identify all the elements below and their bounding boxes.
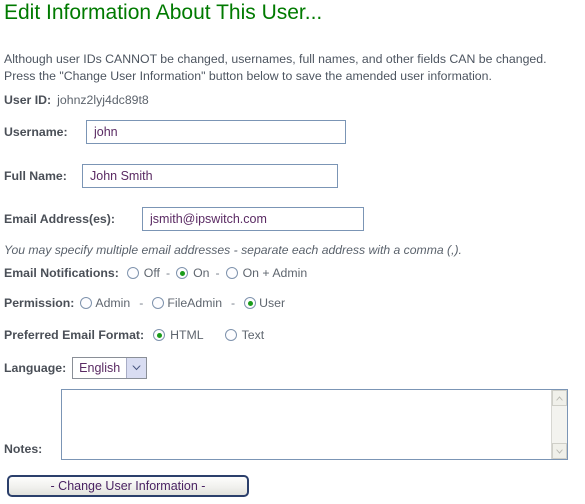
intro-line-2: Press the "Change User Information" butt… (4, 68, 492, 83)
radio-format-html[interactable]: HTML (153, 328, 204, 342)
email-input[interactable] (142, 207, 364, 231)
notes-label: Notes: (4, 442, 43, 456)
radio-icon-selected[interactable] (244, 297, 257, 309)
radio-label: Admin (95, 296, 131, 310)
email-format-row: Preferred Email Format: HTML Text (4, 328, 264, 342)
permission-row: Permission: Admin - FileAdmin - User (4, 296, 285, 310)
radio-notifications-on-admin[interactable]: On + Admin (225, 266, 308, 280)
radio-icon[interactable] (80, 297, 93, 309)
user-id-value: johnz2lyj4dc89t8 (57, 93, 149, 107)
username-label: Username: (4, 125, 68, 139)
email-row: Email Address(es): (4, 207, 364, 231)
page-title: Edit Information About This User... (4, 1, 323, 24)
change-user-information-button[interactable]: - Change User Information - (7, 475, 249, 497)
email-format-label: Preferred Email Format: (4, 328, 145, 342)
radio-label: On (193, 266, 210, 280)
radio-label: HTML (170, 328, 204, 342)
notes-textarea-wrapper[interactable] (61, 389, 568, 460)
full-name-input[interactable] (82, 164, 338, 188)
language-selected-value: English (79, 361, 121, 375)
full-name-label: Full Name: (4, 169, 67, 183)
notes-row: Notes: (4, 442, 42, 456)
language-row: Language: English (4, 357, 148, 379)
notes-input[interactable] (62, 390, 551, 459)
user-id-row: User ID: johnz2lyj4dc89t8 (4, 93, 149, 107)
radio-label: User (259, 296, 286, 310)
intro-line-1: Although user IDs CANNOT be changed, use… (4, 52, 547, 66)
separator-dash: - (215, 266, 220, 280)
radio-permission-fileadmin[interactable]: FileAdmin (152, 296, 222, 310)
email-label: Email Address(es): (4, 212, 115, 226)
radio-permission-admin[interactable]: Admin (80, 296, 130, 310)
scroll-down-icon[interactable] (552, 443, 567, 459)
username-row: Username: (4, 120, 346, 144)
email-hint: You may specify multiple email addresses… (4, 243, 462, 257)
full-name-row: Full Name: (4, 164, 338, 188)
radio-format-text[interactable]: Text (224, 328, 265, 342)
separator-dash: - (165, 266, 171, 280)
radio-notifications-off[interactable]: Off (126, 266, 160, 280)
radio-icon[interactable] (225, 267, 238, 279)
scroll-up-icon[interactable] (552, 390, 567, 406)
radio-notifications-on[interactable]: On (176, 266, 210, 280)
radio-icon-selected[interactable] (153, 329, 166, 341)
radio-icon-selected[interactable] (176, 267, 189, 279)
email-notifications-label: Email Notifications: (4, 266, 119, 280)
permission-label: Permission: (4, 296, 75, 310)
username-input[interactable] (86, 120, 346, 144)
language-label: Language: (4, 361, 67, 375)
language-select[interactable]: English (72, 357, 148, 379)
radio-icon[interactable] (224, 329, 237, 341)
notes-scrollbar[interactable] (551, 390, 567, 459)
radio-label: FileAdmin (167, 296, 223, 310)
separator-dash: - (231, 296, 236, 310)
radio-label: Text (241, 328, 265, 342)
radio-label: On + Admin (242, 266, 308, 280)
radio-label: Off (143, 266, 160, 280)
radio-permission-user[interactable]: User (244, 296, 285, 310)
user-id-label: User ID: (4, 93, 52, 107)
chevron-down-icon[interactable] (126, 358, 147, 378)
email-notifications-row: Email Notifications: Off - On - On + Adm… (4, 266, 307, 280)
intro-text: Although user IDs CANNOT be changed, use… (4, 51, 580, 84)
edit-user-page: Edit Information About This User... Alth… (0, 0, 585, 504)
separator-dash: - (139, 296, 144, 310)
radio-icon[interactable] (126, 267, 139, 279)
radio-icon[interactable] (152, 297, 165, 309)
